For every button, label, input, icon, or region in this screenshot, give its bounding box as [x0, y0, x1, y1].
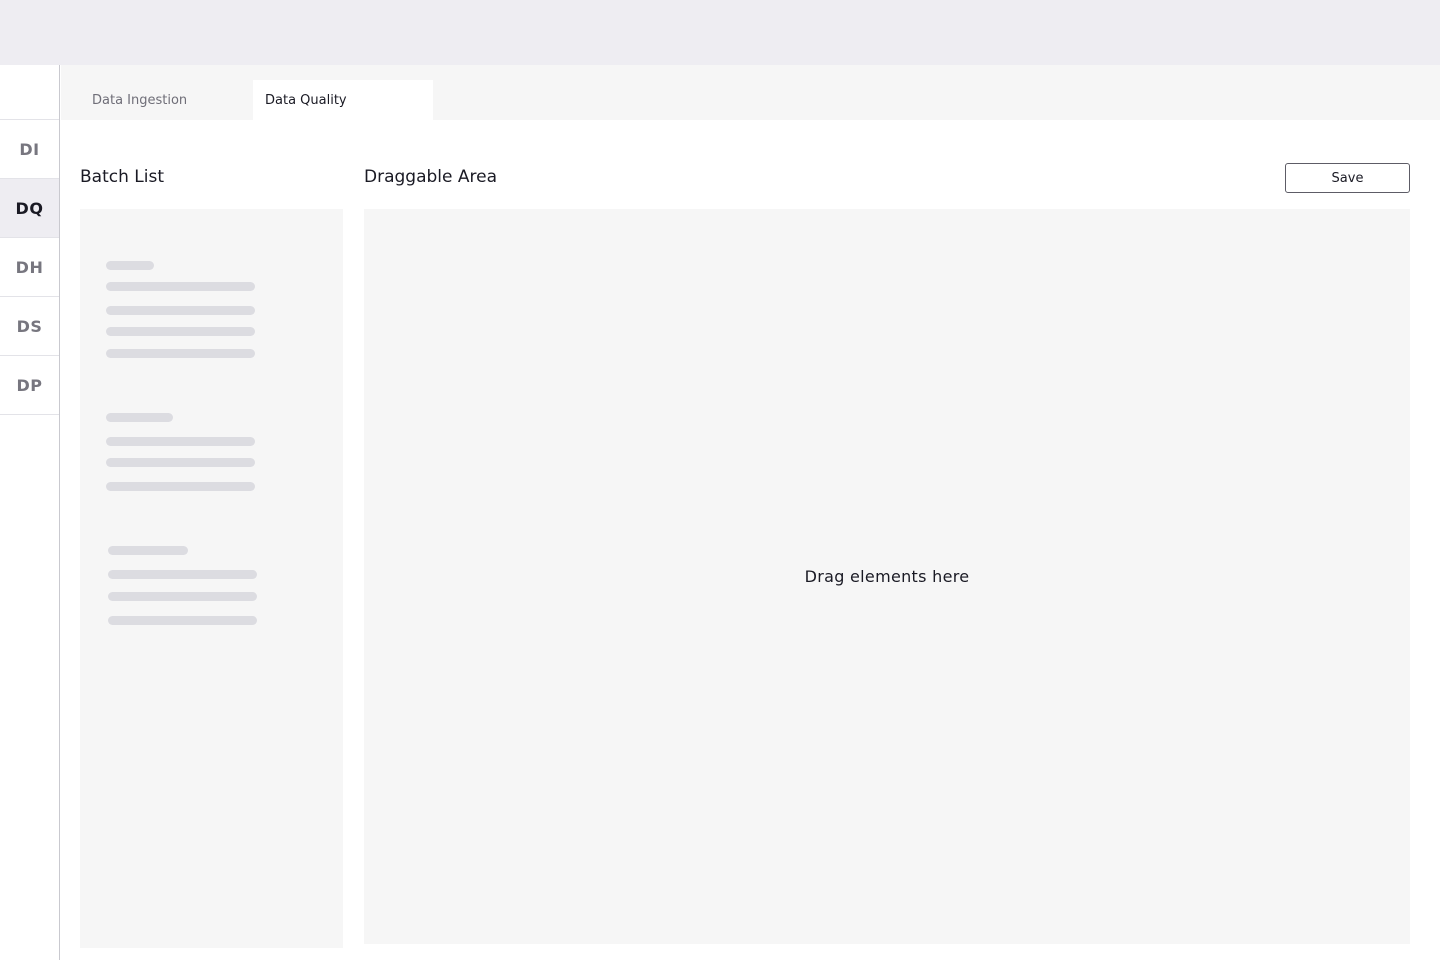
sidebar-header: [0, 65, 59, 120]
top-bar: [0, 0, 1440, 65]
skeleton-line: [106, 349, 255, 358]
skeleton-line: [108, 546, 188, 555]
tab-bar: Data Ingestion Data Quality: [61, 65, 1440, 120]
sidebar-item-ds[interactable]: DS: [0, 297, 59, 356]
tab-data-quality[interactable]: Data Quality: [253, 80, 433, 120]
skeleton-line: [108, 592, 257, 601]
draggable-area-title: Draggable Area: [364, 167, 497, 187]
drop-zone[interactable]: Drag elements here: [364, 209, 1410, 944]
sidebar-item-label: DH: [15, 257, 44, 277]
sidebar-item-dq[interactable]: DQ: [0, 179, 59, 238]
batch-list-title: Batch List: [80, 167, 164, 187]
batch-list-panel: [80, 209, 343, 948]
skeleton-line: [106, 306, 255, 315]
sidebar-item-dh[interactable]: DH: [0, 238, 59, 297]
skeleton-line: [106, 261, 154, 270]
tab-label: Data Quality: [265, 92, 347, 108]
skeleton-line: [106, 458, 255, 467]
sidebar-item-label: DP: [16, 375, 43, 395]
skeleton-line: [106, 437, 255, 446]
sidebar-item-label: DI: [19, 139, 40, 159]
tab-data-ingestion[interactable]: Data Ingestion: [61, 80, 241, 120]
skeleton-line: [106, 282, 255, 291]
drop-zone-hint: Drag elements here: [804, 567, 970, 586]
sidebar-item-label: DS: [16, 316, 43, 336]
skeleton-line: [108, 616, 257, 625]
skeleton-line: [106, 482, 255, 491]
save-button[interactable]: Save: [1285, 163, 1410, 193]
skeleton-line: [106, 413, 173, 422]
sidebar-item-dp[interactable]: DP: [0, 356, 59, 415]
skeleton-line: [106, 327, 255, 336]
sidebar: DI DQ DH DS DP: [0, 65, 60, 960]
tab-label: Data Ingestion: [92, 92, 188, 108]
sidebar-item-di[interactable]: DI: [0, 120, 59, 179]
skeleton-line: [108, 570, 257, 579]
sidebar-item-label: DQ: [15, 198, 44, 218]
